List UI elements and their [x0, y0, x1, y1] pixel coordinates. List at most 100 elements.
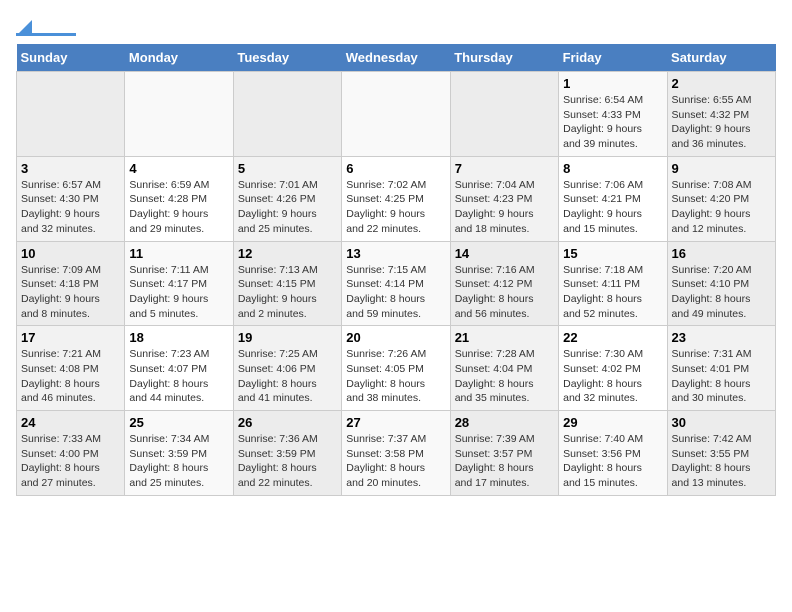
day-info: Sunrise: 7:26 AM Sunset: 4:05 PM Dayligh… — [346, 347, 445, 406]
day-number: 1 — [563, 76, 662, 91]
day-number: 20 — [346, 330, 445, 345]
day-number: 3 — [21, 161, 120, 176]
day-number: 15 — [563, 246, 662, 261]
calendar-cell: 27 Sunrise: 7:37 AM Sunset: 3:58 PM Dayli… — [342, 411, 450, 496]
day-number: 4 — [129, 161, 228, 176]
col-header-monday: Monday — [125, 44, 233, 72]
day-info: Sunrise: 7:01 AM Sunset: 4:26 PM Dayligh… — [238, 178, 337, 237]
day-number: 14 — [455, 246, 554, 261]
page-header — [16, 16, 776, 36]
day-info: Sunrise: 7:30 AM Sunset: 4:02 PM Dayligh… — [563, 347, 662, 406]
calendar-cell: 5 Sunrise: 7:01 AM Sunset: 4:26 PM Daylig… — [233, 156, 341, 241]
calendar-cell: 14 Sunrise: 7:16 AM Sunset: 4:12 PM Dayli… — [450, 241, 558, 326]
calendar-cell: 18Sunrise: 7:23 AM Sunset: 4:07 PM Dayli… — [125, 326, 233, 411]
calendar-cell — [342, 72, 450, 157]
logo — [16, 20, 76, 36]
day-info: Sunrise: 7:15 AM Sunset: 4:14 PM Dayligh… — [346, 263, 445, 322]
day-info: Sunrise: 7:31 AM Sunset: 4:01 PM Dayligh… — [672, 347, 771, 406]
calendar-cell — [233, 72, 341, 157]
calendar-cell: 23 Sunrise: 7:31 AM Sunset: 4:01 PM Dayli… — [667, 326, 775, 411]
col-header-tuesday: Tuesday — [233, 44, 341, 72]
calendar-week-4: 17 Sunrise: 7:21 AM Sunset: 4:08 PM Dayli… — [17, 326, 776, 411]
calendar-cell: 29 Sunrise: 7:40 AM Sunset: 3:56 PM Dayli… — [559, 411, 667, 496]
day-info: Sunrise: 7:39 AM Sunset: 3:57 PM Dayligh… — [455, 432, 554, 491]
calendar-cell — [17, 72, 125, 157]
day-info: Sunrise: 7:34 AM Sunset: 3:59 PM Dayligh… — [129, 432, 228, 491]
calendar-cell: 10 Sunrise: 7:09 AM Sunset: 4:18 PM Dayli… — [17, 241, 125, 326]
day-number: 9 — [672, 161, 771, 176]
calendar-cell: 21Sunrise: 7:28 AM Sunset: 4:04 PM Dayli… — [450, 326, 558, 411]
day-number: 8 — [563, 161, 662, 176]
calendar-cell: 9 Sunrise: 7:08 AM Sunset: 4:20 PM Daylig… — [667, 156, 775, 241]
day-number: 26 — [238, 415, 337, 430]
day-info: Sunrise: 7:21 AM Sunset: 4:08 PM Dayligh… — [21, 347, 120, 406]
calendar-cell: 7 Sunrise: 7:04 AM Sunset: 4:23 PM Daylig… — [450, 156, 558, 241]
calendar-week-5: 24Sunrise: 7:33 AM Sunset: 4:00 PM Dayli… — [17, 411, 776, 496]
day-info: Sunrise: 6:59 AM Sunset: 4:28 PM Dayligh… — [129, 178, 228, 237]
day-info: Sunrise: 7:28 AM Sunset: 4:04 PM Dayligh… — [455, 347, 554, 406]
day-number: 10 — [21, 246, 120, 261]
calendar-cell: 16 Sunrise: 7:20 AM Sunset: 4:10 PM Dayli… — [667, 241, 775, 326]
day-info: Sunrise: 7:40 AM Sunset: 3:56 PM Dayligh… — [563, 432, 662, 491]
day-number: 16 — [672, 246, 771, 261]
day-number: 19 — [238, 330, 337, 345]
day-info: Sunrise: 7:37 AM Sunset: 3:58 PM Dayligh… — [346, 432, 445, 491]
calendar-cell: 24Sunrise: 7:33 AM Sunset: 4:00 PM Dayli… — [17, 411, 125, 496]
calendar-table: SundayMondayTuesdayWednesdayThursdayFrid… — [16, 44, 776, 496]
day-info: Sunrise: 7:16 AM Sunset: 4:12 PM Dayligh… — [455, 263, 554, 322]
day-number: 17 — [21, 330, 120, 345]
calendar-week-2: 3 Sunrise: 6:57 AM Sunset: 4:30 PM Daylig… — [17, 156, 776, 241]
calendar-cell — [125, 72, 233, 157]
calendar-cell: 28Sunrise: 7:39 AM Sunset: 3:57 PM Dayli… — [450, 411, 558, 496]
day-info: Sunrise: 6:57 AM Sunset: 4:30 PM Dayligh… — [21, 178, 120, 237]
day-info: Sunrise: 6:55 AM Sunset: 4:32 PM Dayligh… — [672, 93, 771, 152]
day-info: Sunrise: 7:09 AM Sunset: 4:18 PM Dayligh… — [21, 263, 120, 322]
day-info: Sunrise: 6:54 AM Sunset: 4:33 PM Dayligh… — [563, 93, 662, 152]
day-info: Sunrise: 7:25 AM Sunset: 4:06 PM Dayligh… — [238, 347, 337, 406]
calendar-cell: 11 Sunrise: 7:11 AM Sunset: 4:17 PM Dayli… — [125, 241, 233, 326]
calendar-cell: 20 Sunrise: 7:26 AM Sunset: 4:05 PM Dayli… — [342, 326, 450, 411]
day-info: Sunrise: 7:36 AM Sunset: 3:59 PM Dayligh… — [238, 432, 337, 491]
calendar-cell: 13 Sunrise: 7:15 AM Sunset: 4:14 PM Dayli… — [342, 241, 450, 326]
calendar-cell: 1 Sunrise: 6:54 AM Sunset: 4:33 PM Daylig… — [559, 72, 667, 157]
day-info: Sunrise: 7:20 AM Sunset: 4:10 PM Dayligh… — [672, 263, 771, 322]
day-info: Sunrise: 7:06 AM Sunset: 4:21 PM Dayligh… — [563, 178, 662, 237]
calendar-cell: 22 Sunrise: 7:30 AM Sunset: 4:02 PM Dayli… — [559, 326, 667, 411]
calendar-cell: 2 Sunrise: 6:55 AM Sunset: 4:32 PM Daylig… — [667, 72, 775, 157]
col-header-thursday: Thursday — [450, 44, 558, 72]
calendar-cell: 4 Sunrise: 6:59 AM Sunset: 4:28 PM Daylig… — [125, 156, 233, 241]
calendar-week-1: 1 Sunrise: 6:54 AM Sunset: 4:33 PM Daylig… — [17, 72, 776, 157]
day-number: 30 — [672, 415, 771, 430]
col-header-sunday: Sunday — [17, 44, 125, 72]
day-number: 12 — [238, 246, 337, 261]
day-number: 23 — [672, 330, 771, 345]
day-number: 25 — [129, 415, 228, 430]
day-info: Sunrise: 7:08 AM Sunset: 4:20 PM Dayligh… — [672, 178, 771, 237]
calendar-cell — [450, 72, 558, 157]
calendar-cell: 30Sunrise: 7:42 AM Sunset: 3:55 PM Dayli… — [667, 411, 775, 496]
day-number: 24 — [21, 415, 120, 430]
calendar-cell: 17 Sunrise: 7:21 AM Sunset: 4:08 PM Dayli… — [17, 326, 125, 411]
col-header-saturday: Saturday — [667, 44, 775, 72]
col-header-friday: Friday — [559, 44, 667, 72]
calendar-cell: 6 Sunrise: 7:02 AM Sunset: 4:25 PM Daylig… — [342, 156, 450, 241]
day-number: 13 — [346, 246, 445, 261]
day-info: Sunrise: 7:11 AM Sunset: 4:17 PM Dayligh… — [129, 263, 228, 322]
day-info: Sunrise: 7:18 AM Sunset: 4:11 PM Dayligh… — [563, 263, 662, 322]
day-info: Sunrise: 7:13 AM Sunset: 4:15 PM Dayligh… — [238, 263, 337, 322]
day-info: Sunrise: 7:04 AM Sunset: 4:23 PM Dayligh… — [455, 178, 554, 237]
day-info: Sunrise: 7:23 AM Sunset: 4:07 PM Dayligh… — [129, 347, 228, 406]
day-info: Sunrise: 7:02 AM Sunset: 4:25 PM Dayligh… — [346, 178, 445, 237]
col-header-wednesday: Wednesday — [342, 44, 450, 72]
calendar-cell: 19 Sunrise: 7:25 AM Sunset: 4:06 PM Dayli… — [233, 326, 341, 411]
day-number: 27 — [346, 415, 445, 430]
calendar-cell: 15 Sunrise: 7:18 AM Sunset: 4:11 PM Dayli… — [559, 241, 667, 326]
day-number: 7 — [455, 161, 554, 176]
day-number: 5 — [238, 161, 337, 176]
day-number: 11 — [129, 246, 228, 261]
calendar-cell: 26 Sunrise: 7:36 AM Sunset: 3:59 PM Dayli… — [233, 411, 341, 496]
day-number: 2 — [672, 76, 771, 91]
day-number: 6 — [346, 161, 445, 176]
day-number: 29 — [563, 415, 662, 430]
day-number: 22 — [563, 330, 662, 345]
